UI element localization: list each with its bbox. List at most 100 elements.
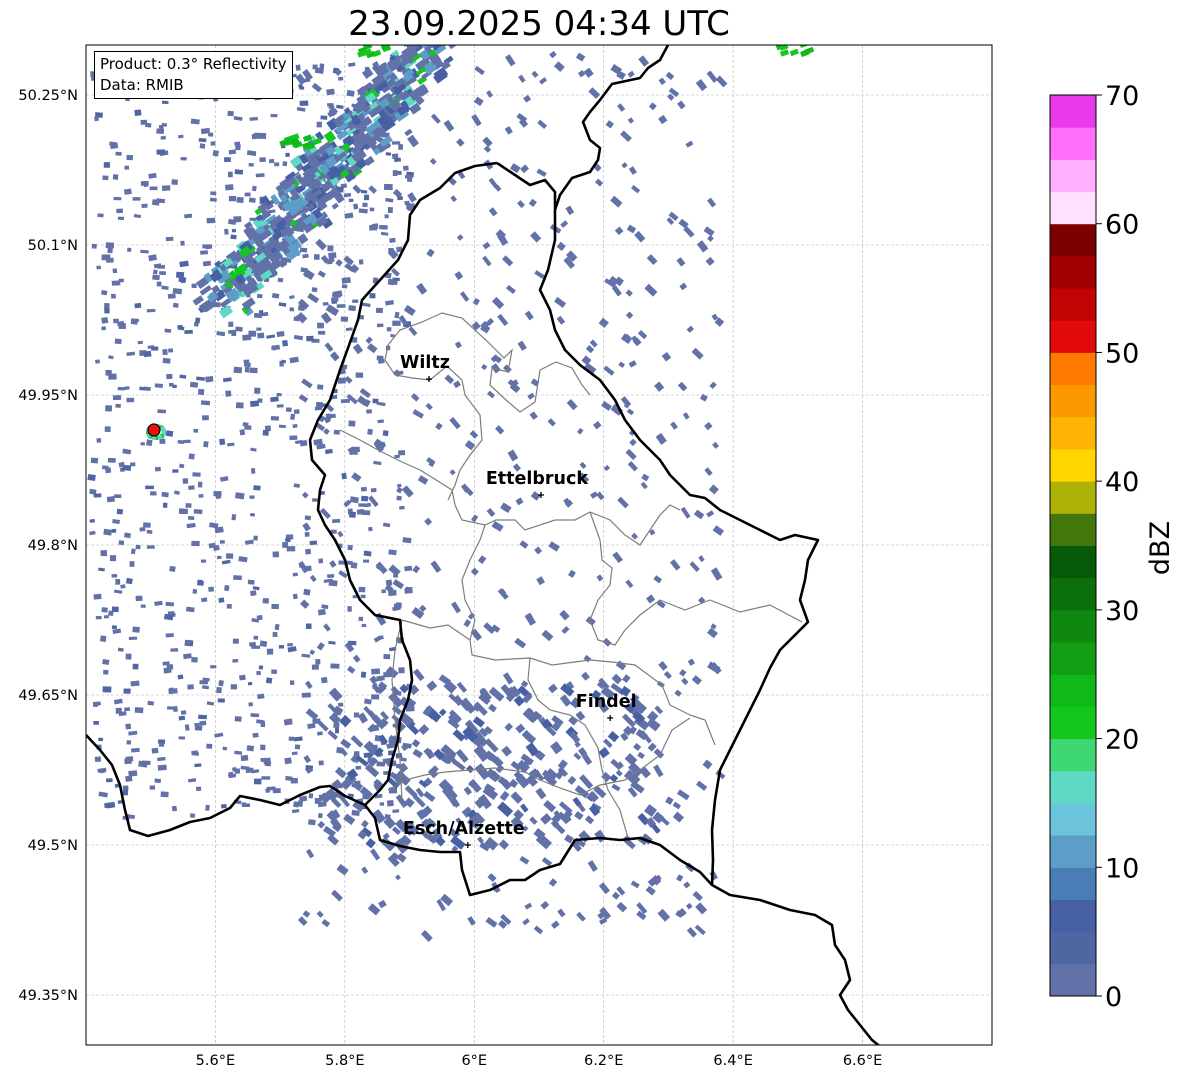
echo-pixel: [368, 526, 373, 532]
echo-pixel: [162, 502, 168, 508]
echo-pixel: [327, 413, 336, 419]
echo-pixel: [358, 616, 364, 622]
lon-tick-label: 6.4°E: [713, 1053, 752, 1069]
echo-pixel: [294, 744, 301, 750]
echo-pixel: [337, 76, 344, 81]
echo-pixel: [108, 610, 114, 617]
echo-pixel: [161, 428, 166, 433]
echo-pixel: [352, 299, 359, 303]
echo-pixel: [317, 330, 326, 335]
echo-pixel: [284, 757, 292, 765]
echo-pixel: [243, 359, 250, 364]
echo-pixel: [198, 137, 207, 143]
echo-pixel: [97, 213, 104, 218]
echo-pixel: [165, 633, 174, 638]
echo-pixel: [282, 339, 289, 347]
echo-pixel: [353, 203, 359, 210]
colorbar-bin: [1050, 223, 1096, 257]
echo-pixel: [125, 653, 132, 660]
echo-pixel: [393, 603, 401, 608]
echo-pixel: [163, 667, 172, 674]
echo-pixel: [337, 702, 344, 707]
echo-pixel: [187, 684, 194, 690]
echo-pixel: [284, 537, 291, 543]
echo-pixel: [228, 321, 234, 327]
echo-pixel: [381, 589, 386, 594]
radar-site[interactable]: [147, 423, 161, 437]
echo-pixel: [194, 722, 200, 727]
echo-pixel: [400, 31, 411, 41]
echo-pixel: [348, 420, 356, 427]
echo-pixel: [102, 175, 109, 181]
echo-pixel: [331, 297, 339, 302]
echo-pixel: [162, 357, 171, 364]
echo-pixel: [199, 143, 206, 149]
radar-site-marker[interactable]: [147, 423, 161, 437]
echo-pixel: [178, 715, 186, 721]
echo-pixel: [316, 731, 323, 736]
echo-pixel: [358, 586, 366, 593]
echo-pixel: [269, 159, 275, 164]
radar-map[interactable]: Wiltz Ettelbruck Findel Esch/Alzette 50.25°…: [0, 0, 1000, 1081]
echo-pixel: [93, 493, 102, 498]
echo-pixel: [93, 593, 102, 600]
echo-pixel: [149, 186, 158, 191]
echo-pixel: [327, 103, 334, 107]
echo-pixel: [319, 63, 325, 69]
echo-pixel: [120, 584, 126, 589]
echo-pixel: [158, 742, 165, 747]
echo-pixel: [265, 677, 273, 684]
echo-pixel: [189, 381, 199, 388]
echo-pixel: [111, 528, 117, 533]
echo-pixel: [101, 316, 109, 324]
echo-pixel: [192, 588, 198, 594]
echo-pixel: [253, 312, 263, 319]
echo-pixel: [115, 151, 122, 156]
echo-pixel: [102, 659, 110, 665]
echo-pixel: [232, 767, 237, 772]
echo-pixel: [202, 415, 209, 421]
echo-pixel: [182, 478, 189, 484]
echo-pixel: [398, 144, 404, 150]
echo-pixel: [278, 424, 286, 429]
echo-pixel: [179, 463, 185, 469]
echo-pixel: [224, 228, 229, 235]
echo-pixel: [115, 403, 121, 408]
echo-pixel: [240, 754, 249, 762]
echo-pixel: [360, 594, 366, 599]
echo-pixel: [233, 575, 242, 581]
echo-pixel: [305, 623, 312, 629]
echo-pixel: [176, 271, 185, 279]
echo-pixel: [250, 713, 260, 718]
echo-pixel: [249, 116, 258, 121]
echo-pixel: [130, 680, 140, 687]
echo-pixel: [161, 122, 168, 127]
echo-pixel: [345, 327, 353, 331]
echo-pixel: [369, 293, 376, 299]
echo-pixel: [315, 659, 321, 665]
echo-pixel: [106, 778, 113, 783]
echo-pixel: [292, 593, 298, 600]
echo-pixel: [199, 720, 207, 726]
echo-pixel: [250, 467, 256, 474]
echo-pixel: [165, 236, 174, 242]
echo-pixel: [195, 786, 202, 792]
echo-pixel: [197, 481, 203, 488]
echo-pixel: [375, 307, 383, 314]
echo-pixel: [292, 423, 298, 429]
echo-pixel: [187, 515, 195, 521]
echo-pixel: [259, 157, 266, 162]
echo-pixel: [304, 531, 310, 537]
echo-pixel: [346, 89, 355, 97]
echo-pixel: [311, 287, 318, 293]
echo-pixel: [254, 387, 261, 394]
echo-pixel: [404, 174, 413, 179]
echo-pixel: [348, 305, 356, 312]
echo-pixel: [151, 747, 159, 754]
echo-pixel: [247, 682, 253, 686]
lon-tick-label: 5.8°E: [325, 1053, 364, 1069]
echo-pixel: [168, 383, 174, 387]
echo-pixel: [266, 648, 274, 655]
echo-pixel: [341, 276, 351, 284]
echo-pixel: [188, 453, 195, 460]
